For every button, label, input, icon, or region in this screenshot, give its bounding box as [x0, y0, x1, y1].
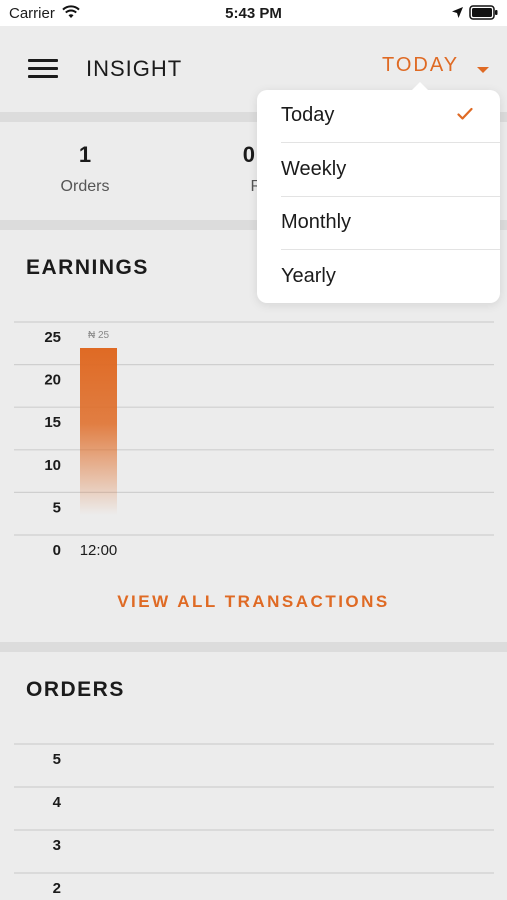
- orders-section: ORDERS 5432: [0, 652, 507, 900]
- checkmark-icon: [457, 107, 473, 126]
- page-title: INSIGHT: [86, 56, 183, 81]
- status-bar: Carrier 5:43 PM: [0, 0, 507, 26]
- dropdown-option-label: Today: [281, 104, 335, 126]
- period-dropdown-menu: Today Weekly Monthly Yearly: [257, 82, 500, 304]
- earnings-x-tick-label: 12:00: [80, 542, 118, 559]
- stat-orders-value: 1: [78, 142, 92, 167]
- orders-chart: 5 4 3 2: [14, 743, 494, 897]
- earnings-y-tick-label: 0: [53, 542, 61, 559]
- orders-y-tick-label: 3: [53, 837, 61, 854]
- earnings-bar[interactable]: [80, 348, 117, 515]
- battery-icon: [469, 5, 499, 24]
- hamburger-menu-icon[interactable]: [28, 59, 58, 81]
- earnings-y-tick-label: 15: [44, 414, 61, 431]
- dropdown-option-label: Monthly: [281, 211, 352, 233]
- dropdown-option-today[interactable]: Today: [257, 90, 500, 143]
- earnings-bar-data-label: ₦ 25: [88, 330, 110, 341]
- caret-down-icon[interactable]: [476, 61, 490, 79]
- dropdown-option-label: Weekly: [281, 158, 347, 180]
- stat-orders-label: Orders: [60, 178, 110, 195]
- earnings-y-tick-label: 10: [44, 457, 61, 474]
- stat-orders: 1 Orders: [15, 142, 155, 196]
- earnings-y-tick-label: 20: [44, 372, 61, 389]
- earnings-y-tick-label: 5: [53, 499, 61, 516]
- dropdown-option-monthly[interactable]: Monthly: [257, 197, 500, 250]
- location-arrow-icon: [451, 6, 464, 23]
- period-selector[interactable]: TODAY: [382, 54, 459, 77]
- orders-y-tick-label: 4: [53, 794, 62, 811]
- orders-y-tick-label: 5: [53, 751, 61, 768]
- view-all-transactions-link[interactable]: VIEW ALL TRANSACTIONS: [0, 592, 507, 612]
- dropdown-option-label: Yearly: [281, 265, 336, 287]
- orders-y-tick-label: 2: [53, 880, 61, 897]
- dropdown-option-weekly[interactable]: Weekly: [257, 144, 500, 197]
- dropdown-option-yearly[interactable]: Yearly: [257, 251, 500, 304]
- clock: 5:43 PM: [225, 5, 282, 22]
- earnings-y-tick-label: 25: [44, 329, 61, 346]
- section-divider: [0, 642, 507, 652]
